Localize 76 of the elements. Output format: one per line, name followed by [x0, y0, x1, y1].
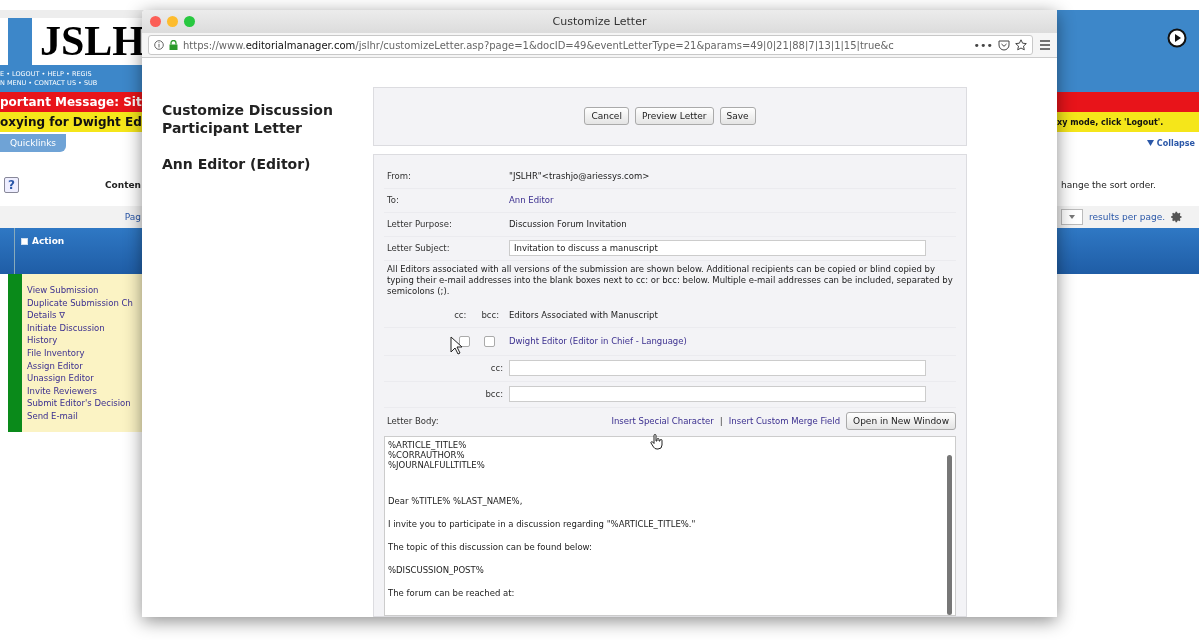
action-link[interactable]: History	[27, 334, 145, 347]
action-link[interactable]: Send E-mail	[27, 409, 145, 423]
insert-link[interactable]: Insert Special Character	[611, 415, 714, 426]
instructions-text: All Editors associated with all versions of the submission are shown below. Additional recipients can be copied or blind copied by typing their e-mail addresses into the blank boxes next to cc: or bcc: below. Multiple e-mail addresses can be included, separated by semicolons (;).	[387, 263, 954, 297]
proxy-message: oxying for Dwight Ed	[0, 115, 142, 129]
content-heading: Conten	[105, 180, 141, 190]
body-line: The topic of this discussion can be found below:	[388, 541, 592, 552]
action-link[interactable]: Unassign Editor	[27, 372, 145, 385]
field-label: bcc:	[484, 389, 504, 400]
page-heading: Customize Discussion Participant Letter	[162, 101, 334, 137]
insert-link[interactable]: Insert Custom Merge Field	[728, 415, 841, 426]
open-window-button[interactable]: Open in New Window	[846, 411, 956, 430]
more-button[interactable]: •••	[973, 38, 993, 52]
collapse-link[interactable]: Collapse	[1146, 138, 1195, 148]
field-value: "JSLHR"<trashjo@ariessys.com>	[509, 171, 651, 182]
pocket-icon[interactable]	[998, 39, 1010, 51]
subject-field[interactable]: Invitation to discuss a manuscript	[509, 240, 926, 257]
email-field[interactable]	[509, 386, 926, 403]
per-page-label: results per page.	[1089, 212, 1166, 222]
cc-checkbox[interactable]	[459, 335, 470, 347]
email-field[interactable]	[509, 360, 926, 377]
bcc-checkbox[interactable]	[484, 335, 495, 347]
action-button[interactable]: Preview Letter	[634, 107, 714, 126]
menu-icon[interactable]	[1039, 40, 1051, 50]
recipient-link[interactable]: Ann Editor	[509, 195, 956, 206]
play-icon[interactable]	[1167, 28, 1187, 48]
sort-hint: hange the sort order.	[1061, 180, 1156, 190]
action-link[interactable]: File Inventory	[27, 346, 145, 360]
body-line: Dear %TITLE% %LAST_NAME%,	[388, 495, 523, 506]
address-field[interactable]: https://www.editorialmanager.com/jslhr/customizeLetter.asp?page=1&docID=49&eventLetterType=21&params=49|0|21|88|7|13|1|15|true&c •••	[148, 35, 1033, 55]
field-label: Letter Subject:	[386, 243, 450, 254]
field-label: From:	[386, 171, 411, 182]
journal-logo: JSLH	[39, 18, 145, 65]
body-line: %DISCUSSION_POST%	[388, 564, 484, 575]
window-title: Customize Letter	[552, 15, 647, 28]
letter-body-field[interactable]	[384, 435, 956, 616]
body-line: The forum can be reached at:	[388, 587, 515, 598]
body-line: I invite you to participate in a discussion regarding "%ARTICLE_TITLE%."	[388, 518, 696, 529]
proxy-message: xy mode, click 'Logout'.	[1057, 117, 1164, 127]
action-button[interactable]: Cancel	[584, 107, 629, 126]
field-label: Letter Purpose:	[386, 219, 452, 230]
body-line: %ARTICLE_TITLE%	[388, 439, 467, 450]
hand-cursor-icon	[650, 434, 664, 450]
help-button[interactable]: ?	[4, 177, 19, 193]
close-button[interactable]	[150, 16, 161, 27]
action-link[interactable]: Details ∇	[27, 309, 145, 322]
body-line: %JOURNALFULLTITLE%	[388, 459, 485, 470]
column-header: Action	[32, 236, 65, 246]
page-size-select[interactable]	[1061, 209, 1083, 225]
link-separator: |	[719, 415, 723, 426]
action-link[interactable]: Duplicate Submission Ch	[27, 296, 145, 310]
lock-icon	[169, 40, 178, 50]
action-link[interactable]: Invite Reviewers	[27, 384, 145, 398]
alert-message: portant Message: Sit	[0, 95, 142, 109]
field-value: Discussion Forum Invitation	[509, 219, 628, 230]
recipient-name: Ann Editor (Editor)	[162, 155, 312, 173]
pointer-cursor-icon	[450, 336, 464, 356]
info-icon	[154, 40, 164, 50]
triangle-down-icon	[1146, 140, 1154, 146]
action-link[interactable]: View Submission	[27, 284, 145, 297]
action-link[interactable]: Assign Editor	[27, 359, 145, 373]
action-link[interactable]: Submit Editor's Decision	[27, 397, 145, 410]
editor-link[interactable]: Dwight Editor (Editor in Chief - Language)	[509, 336, 956, 347]
caret-icon	[1069, 215, 1075, 219]
settings-icon[interactable]	[1171, 211, 1184, 223]
field-label: cc:	[489, 363, 504, 374]
field-label: To:	[386, 195, 399, 206]
star-icon[interactable]	[1015, 39, 1027, 51]
body-line: %CORRAUTHOR%	[388, 449, 465, 460]
action-button[interactable]: Save	[719, 107, 756, 126]
bcc-header: bcc:	[480, 309, 499, 320]
cc-header: cc:	[453, 309, 467, 320]
action-link[interactable]: Initiate Discussion	[27, 321, 145, 335]
page-label: Pag	[124, 212, 141, 222]
editors-heading: Editors Associated with Manuscript	[509, 309, 659, 320]
field-label: Letter Body:	[386, 415, 439, 426]
